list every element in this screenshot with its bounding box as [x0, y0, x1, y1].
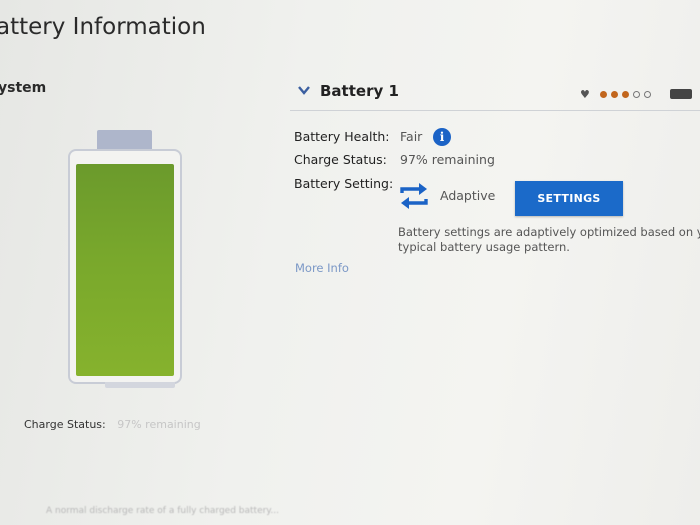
health-dot-filled [621, 91, 629, 98]
chevron-down-icon[interactable] [298, 84, 310, 98]
battery-information-page: attery Information ystem Charge Status: … [0, 0, 700, 525]
health-dot-filled [610, 91, 618, 98]
settings-button[interactable]: SETTINGS [515, 181, 623, 216]
adaptive-refresh-icon [398, 181, 430, 211]
battery-graphic-base [105, 382, 175, 388]
health-dot-empty [632, 91, 640, 98]
battery-health-label: Battery Health: [294, 129, 390, 144]
health-rating-indicator: ♥ [580, 88, 651, 101]
battery-setting-label: Battery Setting: [294, 176, 394, 191]
battery-setting-value: Adaptive [440, 188, 496, 203]
battery-health-value: Fair [400, 129, 423, 144]
battery-graphic [68, 149, 182, 384]
battery-panel-title[interactable]: Battery 1 [320, 82, 399, 100]
left-charge-status-value: 97% remaining [117, 418, 201, 431]
description-line-1: Battery settings are adaptively optimize… [398, 225, 700, 239]
charge-status-value: 97% remaining [400, 152, 495, 167]
system-section-label: ystem [0, 80, 47, 96]
left-charge-status: Charge Status: 97% remaining [24, 418, 201, 431]
battery-setting-description: Battery settings are adaptively optimize… [398, 225, 700, 255]
battery-charge-fill [76, 164, 174, 376]
heart-icon: ♥ [580, 88, 590, 101]
left-charge-status-label: Charge Status: [24, 418, 106, 431]
battery-graphic-cap [97, 130, 152, 149]
health-dot-filled [599, 91, 607, 98]
footer-text: A normal discharge rate of a fully charg… [46, 506, 279, 516]
more-info-link[interactable]: More Info [295, 261, 349, 275]
charge-status-label: Charge Status: [294, 152, 387, 167]
info-icon[interactable]: i [433, 128, 451, 146]
battery-panel-header[interactable]: Battery 1 ♥ [290, 76, 700, 111]
battery-icon [670, 89, 692, 99]
health-dot-empty [643, 91, 651, 98]
page-title: attery Information [0, 14, 206, 40]
description-line-2: typical battery usage pattern. [398, 240, 570, 254]
